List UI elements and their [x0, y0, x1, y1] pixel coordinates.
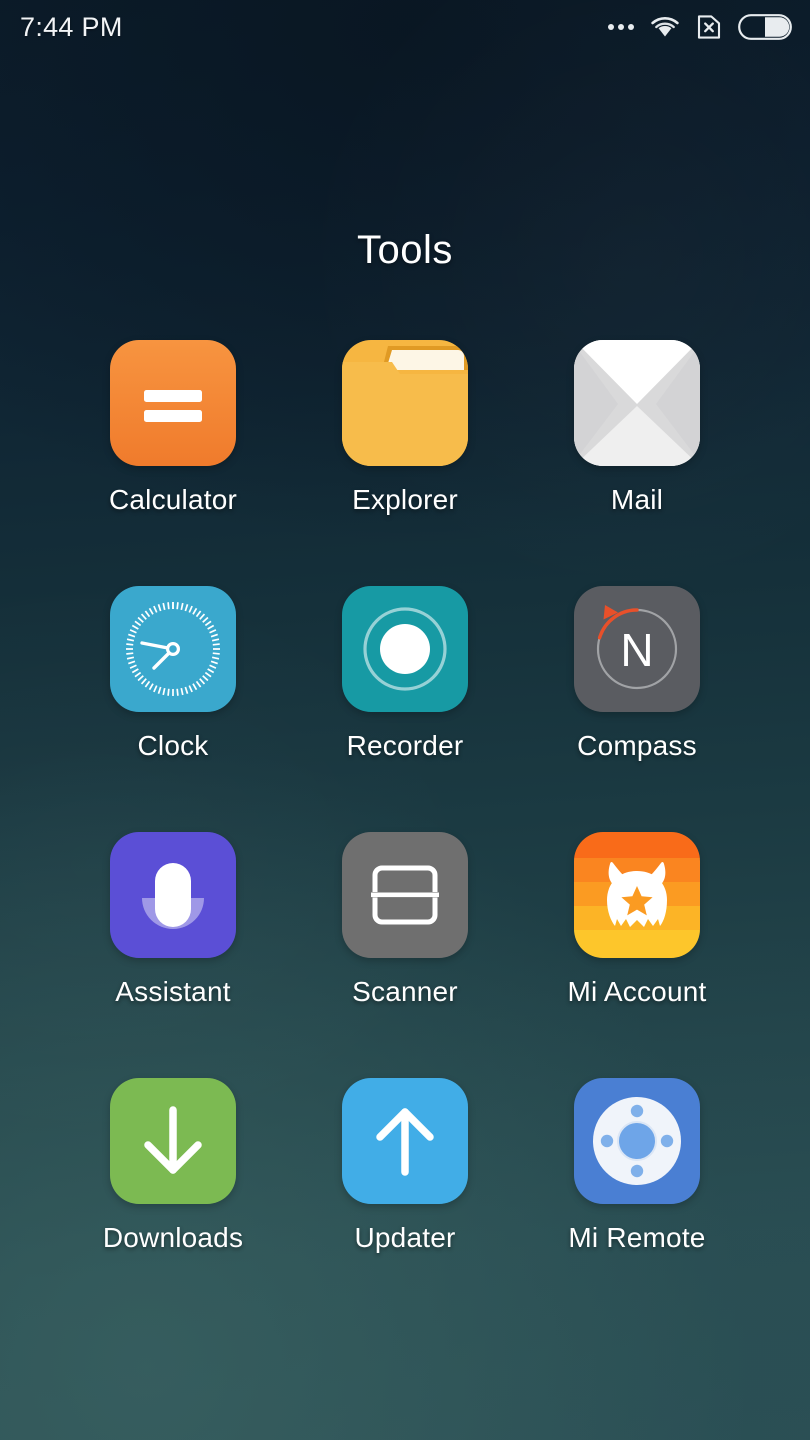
arrow-down-icon[interactable]	[110, 1078, 236, 1204]
app-item-mail[interactable]: Mail	[521, 340, 753, 516]
app-label: Downloads	[102, 1222, 244, 1253]
app-item-compass[interactable]: N Compass	[521, 586, 753, 762]
wifi-icon	[650, 15, 680, 39]
app-label: Calculator	[108, 484, 238, 515]
more-dots-icon	[608, 24, 634, 30]
scanner-icon[interactable]	[342, 832, 468, 958]
status-bar-icons	[608, 14, 792, 40]
app-item-mi-account[interactable]: Mi Account	[521, 832, 753, 1008]
app-item-explorer[interactable]: Explorer	[289, 340, 521, 516]
app-item-clock[interactable]: Clock	[57, 586, 289, 762]
app-label: Recorder	[346, 730, 464, 761]
calculator-icon[interactable]	[110, 340, 236, 466]
phone-screen: 7:44 PM Tools Calculator Explorer Mail C…	[0, 0, 810, 1440]
app-label: Assistant	[115, 976, 231, 1007]
app-item-updater[interactable]: Updater	[289, 1078, 521, 1254]
folder-title: Tools	[357, 228, 453, 272]
record-icon[interactable]	[342, 586, 468, 712]
folder-icon[interactable]	[342, 340, 468, 466]
app-item-downloads[interactable]: Downloads	[57, 1078, 289, 1254]
app-label: Mail	[610, 484, 664, 515]
status-bar[interactable]: 7:44 PM	[0, 0, 810, 54]
arrow-up-icon[interactable]	[342, 1078, 468, 1204]
app-item-mi-remote[interactable]: Mi Remote	[521, 1078, 753, 1254]
app-item-scanner[interactable]: Scanner	[289, 832, 521, 1008]
compass-icon[interactable]: N	[574, 586, 700, 712]
app-item-recorder[interactable]: Recorder	[289, 586, 521, 762]
app-label: Mi Account	[567, 976, 707, 1007]
status-bar-clock: 7:44 PM	[20, 11, 123, 42]
sim-card-x-icon	[696, 14, 722, 40]
app-item-calculator[interactable]: Calculator	[57, 340, 289, 516]
mi-bunny-icon[interactable]	[574, 832, 700, 958]
app-label: Compass	[577, 730, 697, 761]
remote-icon[interactable]	[574, 1078, 700, 1204]
app-grid: Calculator Explorer Mail Clock Recorder …	[57, 340, 753, 1254]
app-label: Clock	[137, 730, 209, 761]
battery-icon	[738, 14, 792, 40]
app-item-assistant[interactable]: Assistant	[57, 832, 289, 1008]
app-label: Explorer	[352, 484, 458, 515]
envelope-icon[interactable]	[574, 340, 700, 466]
app-label: Mi Remote	[568, 1222, 706, 1253]
microphone-icon[interactable]	[110, 832, 236, 958]
svg-text:N: N	[620, 624, 653, 676]
app-label: Scanner	[352, 976, 458, 1007]
clock-icon[interactable]	[110, 586, 236, 712]
app-label: Updater	[354, 1222, 456, 1253]
